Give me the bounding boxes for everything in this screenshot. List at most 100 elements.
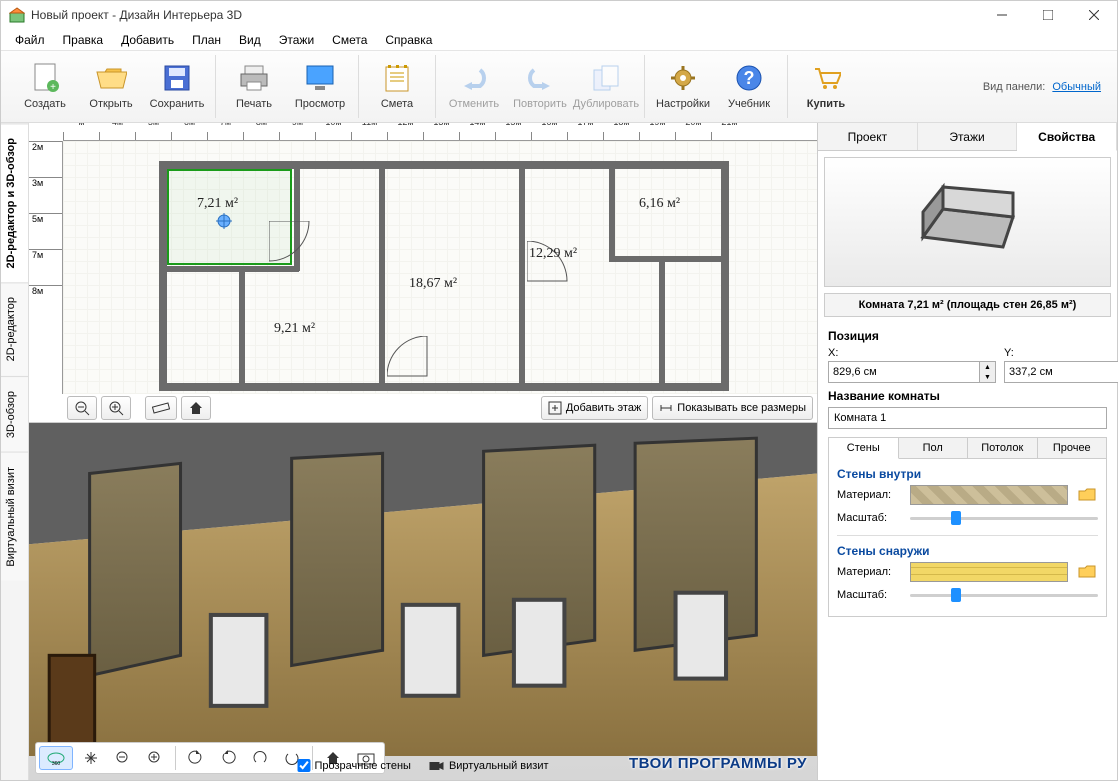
duplicate-icon — [590, 62, 622, 94]
add-floor-button[interactable]: Добавить этаж — [541, 396, 648, 420]
room-area-2: 6,16 м² — [639, 196, 680, 212]
help-icon: ? — [733, 62, 765, 94]
monitor-icon — [304, 62, 336, 94]
menu-estimate[interactable]: Смета — [324, 31, 375, 49]
outer-scale-slider[interactable] — [910, 586, 1098, 604]
plan-2d[interactable]: м4м5м6м7м8м9м10м11м12м13м14м15м16м17м18м… — [29, 123, 817, 423]
menu-floors[interactable]: Этажи — [271, 31, 322, 49]
menu-edit[interactable]: Правка — [55, 31, 112, 49]
floor-plan[interactable]: 7,21 м² 6,16 м² 12,29 м² 18,67 м² 9,21 м… — [119, 141, 749, 391]
room-area-1: 7,21 м² — [197, 196, 238, 212]
app-icon — [9, 7, 25, 23]
outer-material-swatch[interactable] — [910, 562, 1068, 582]
room-info: Комната 7,21 м² (площадь стен 26,85 м²) — [824, 293, 1111, 317]
inner-walls-heading: Стены внутри — [837, 467, 1098, 481]
redo-icon — [524, 62, 556, 94]
inner-material-swatch[interactable] — [910, 485, 1068, 505]
x-input[interactable]: ▲▼ — [828, 361, 996, 383]
svg-text:?: ? — [744, 68, 755, 88]
maximize-button[interactable] — [1025, 1, 1071, 29]
left-tabs: 2D-редактор и 3D-обзор 2D-редактор 3D-об… — [1, 123, 29, 780]
room-area-3: 12,29 м² — [529, 246, 577, 262]
home-button[interactable] — [181, 396, 211, 420]
view3d-options: Прозрачные стены Виртуальный визит — [297, 759, 548, 772]
orbit-button[interactable]: 360 — [39, 746, 73, 770]
print-button[interactable]: Печать — [222, 55, 286, 117]
undo-button[interactable]: Отменить — [442, 55, 506, 117]
gear-icon — [667, 62, 699, 94]
close-button[interactable] — [1071, 1, 1117, 29]
settings-button[interactable]: Настройки — [651, 55, 715, 117]
menu-view[interactable]: Вид — [231, 31, 269, 49]
menu-help[interactable]: Справка — [377, 31, 440, 49]
outer-material-browse[interactable] — [1076, 562, 1098, 582]
preview-button[interactable]: Просмотр — [288, 55, 352, 117]
rotate-up[interactable] — [246, 746, 274, 770]
tab-virtual[interactable]: Виртуальный визит — [1, 452, 28, 581]
titlebar: Новый проект - Дизайн Интерьера 3D — [1, 1, 1117, 29]
toolbar: +Создать Открыть Сохранить Печать Просмо… — [1, 51, 1117, 123]
plan-toolbar: Добавить этаж Показывать все размеры — [63, 394, 817, 422]
menu-file[interactable]: Файл — [7, 31, 53, 49]
subtab-floor[interactable]: Пол — [899, 438, 969, 459]
save-button[interactable]: Сохранить — [145, 55, 209, 117]
pan-button[interactable] — [77, 746, 105, 770]
view-3d[interactable]: 360 Прозрачные стены Виртуальный визит — [29, 423, 817, 780]
rotate-right[interactable] — [214, 746, 242, 770]
menu-add[interactable]: Добавить — [113, 31, 182, 49]
folder-open-icon — [95, 62, 127, 94]
room-area-5: 9,21 м² — [274, 321, 315, 337]
printer-icon — [238, 62, 270, 94]
virtual-visit-button[interactable]: Виртуальный визит — [429, 760, 549, 772]
menu-plan[interactable]: План — [184, 31, 229, 49]
buy-button[interactable]: Купить — [794, 55, 858, 117]
floppy-icon — [161, 62, 193, 94]
estimate-button[interactable]: Смета — [365, 55, 429, 117]
inner-material-browse[interactable] — [1076, 485, 1098, 505]
y-input[interactable]: ▲▼ — [1004, 361, 1118, 383]
outer-walls-heading: Стены снаружи — [837, 544, 1098, 558]
transparent-walls-checkbox[interactable]: Прозрачные стены — [297, 759, 410, 772]
show-dimensions-button[interactable]: Показывать все размеры — [652, 396, 813, 420]
room-area-4: 18,67 м² — [409, 276, 457, 292]
menubar: Файл Правка Добавить План Вид Этажи Смет… — [1, 29, 1117, 51]
subtab-other[interactable]: Прочее — [1038, 438, 1107, 459]
cart-icon — [810, 62, 842, 94]
zoom-in-3d[interactable] — [141, 746, 169, 770]
watermark: ТВОИ ПРОГРАММЫ РУ — [629, 755, 807, 772]
room-preview — [824, 157, 1111, 287]
rotate-left[interactable] — [182, 746, 210, 770]
tab-3d[interactable]: 3D-обзор — [1, 376, 28, 452]
redo-button[interactable]: Повторить — [508, 55, 572, 117]
zoom-out-3d[interactable] — [109, 746, 137, 770]
tab-2d-3d[interactable]: 2D-редактор и 3D-обзор — [1, 123, 28, 282]
room-name-input[interactable] — [828, 407, 1107, 429]
panel-mode: Вид панели: Обычный — [983, 81, 1111, 93]
ruler-horizontal: м4м5м6м7м8м9м10м11м12м13м14м15м16м17м18м… — [63, 123, 817, 141]
notepad-icon — [381, 62, 413, 94]
tab-2d[interactable]: 2D-редактор — [1, 282, 28, 375]
undo-icon — [458, 62, 490, 94]
room-name-heading: Название комнаты — [828, 389, 1107, 403]
new-doc-icon: + — [29, 62, 61, 94]
inner-scale-slider[interactable] — [910, 509, 1098, 527]
tutorial-button[interactable]: ?Учебник — [717, 55, 781, 117]
duplicate-button[interactable]: Дублировать — [574, 55, 638, 117]
ruler-vertical: 2м3м5м7м8м — [29, 141, 63, 394]
window-title: Новый проект - Дизайн Интерьера 3D — [31, 8, 979, 22]
subtab-walls[interactable]: Стены — [829, 438, 899, 459]
position-heading: Позиция — [828, 329, 1107, 343]
zoom-out-button[interactable] — [67, 396, 97, 420]
open-button[interactable]: Открыть — [79, 55, 143, 117]
tab-floors[interactable]: Этажи — [918, 123, 1018, 150]
minimize-button[interactable] — [979, 1, 1025, 29]
properties-panel: Проект Этажи Свойства Комната 7,21 м² (п… — [817, 123, 1117, 780]
panel-mode-link[interactable]: Обычный — [1052, 81, 1101, 93]
svg-text:360: 360 — [52, 761, 61, 767]
zoom-in-button[interactable] — [101, 396, 131, 420]
create-button[interactable]: +Создать — [13, 55, 77, 117]
tab-project[interactable]: Проект — [818, 123, 918, 150]
tab-properties[interactable]: Свойства — [1017, 123, 1117, 151]
subtab-ceiling[interactable]: Потолок — [968, 438, 1038, 459]
measure-button[interactable] — [145, 396, 177, 420]
